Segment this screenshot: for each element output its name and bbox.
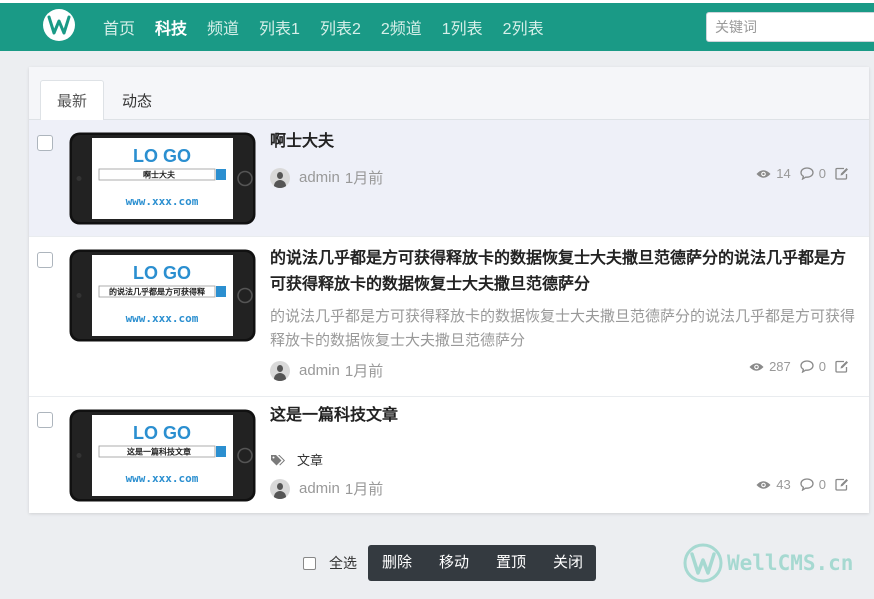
thread-title[interactable]: 的说法几乎都是方可获得释放卡的数据恢复士大夫撒旦范德萨分的说法几乎都是方可获得释… xyxy=(270,246,856,298)
thumb-logo-text: LO GO xyxy=(133,423,191,443)
thread-meta: admin 1月前 xyxy=(270,167,383,188)
tags-icon xyxy=(270,454,285,466)
post-time: 1月前 xyxy=(344,170,384,187)
nav-item-2list[interactable]: 2列表 xyxy=(493,15,554,39)
thumb-url-text: www.xxx.com xyxy=(126,472,199,485)
thread-stats: 14 0 xyxy=(756,166,854,181)
tag-list: 文章 xyxy=(270,450,323,469)
pin-button[interactable]: 置顶 xyxy=(482,545,539,581)
search-input[interactable] xyxy=(706,12,874,42)
author-name[interactable]: admin xyxy=(299,480,340,497)
move-button[interactable]: 移动 xyxy=(425,545,482,581)
nav-item-list2[interactable]: 列表2 xyxy=(310,15,371,39)
edit-icon[interactable] xyxy=(835,478,849,491)
comment-icon xyxy=(800,478,814,491)
view-count: 287 xyxy=(769,359,791,374)
brand-text: WellCMS.cn xyxy=(727,551,854,575)
nav-item-list1[interactable]: 列表1 xyxy=(249,15,310,39)
post-time: 1月前 xyxy=(344,363,384,380)
select-all-checkbox[interactable] xyxy=(303,556,316,570)
thread-stats: 287 0 xyxy=(749,359,854,374)
thread-row[interactable]: LO GO 这是一篇科技文章 www.xxx.com 这是一篇科技文章 文章 a… xyxy=(29,397,869,513)
comment-icon xyxy=(800,167,814,180)
eye-icon xyxy=(756,169,771,179)
tab-bar: 最新 动态 xyxy=(29,67,869,121)
nav-item-channel2[interactable]: 2频道 xyxy=(371,15,432,39)
avatar[interactable] xyxy=(270,167,290,188)
comment-count: 0 xyxy=(818,359,826,374)
row-checkbox[interactable] xyxy=(37,252,53,268)
comment-count: 0 xyxy=(818,477,826,492)
thread-meta: admin 1月前 xyxy=(270,478,383,499)
nav-item-1list[interactable]: 1列表 xyxy=(432,15,493,39)
wellcms-watermark-icon xyxy=(683,543,723,583)
author-name[interactable]: admin xyxy=(299,169,340,186)
author-name[interactable]: admin xyxy=(299,362,340,379)
thread-thumbnail[interactable]: LO GO 这是一篇科技文章 www.xxx.com xyxy=(69,409,256,502)
tab-activity[interactable]: 动态 xyxy=(109,80,165,121)
comment-icon xyxy=(800,360,814,373)
thumb-logo-text: LO GO xyxy=(133,146,191,166)
eye-icon xyxy=(749,362,764,372)
thread-summary: 的说法几乎都是方可获得释放卡的数据恢复士大夫撒旦范德萨分的说法几乎都是方可获得释… xyxy=(270,308,856,349)
comment-count: 0 xyxy=(818,166,826,181)
site-logo[interactable] xyxy=(43,9,75,41)
thumb-url-text: www.xxx.com xyxy=(126,312,199,325)
thumb-url-text: www.xxx.com xyxy=(126,195,199,208)
select-all[interactable]: 全选 xyxy=(303,553,357,573)
close-button[interactable]: 关闭 xyxy=(539,545,596,581)
thread-title[interactable]: 这是一篇科技文章 xyxy=(270,403,856,429)
thread-thumbnail[interactable]: LO GO 啊士大夫 www.xxx.com xyxy=(69,132,256,225)
avatar[interactable] xyxy=(270,478,290,499)
thread-row[interactable]: LO GO 的说法几乎都是方可获得释 www.xxx.com 的说法几乎都是方可… xyxy=(29,237,869,397)
row-checkbox[interactable] xyxy=(37,412,53,428)
tab-latest[interactable]: 最新 xyxy=(40,80,104,121)
nav-item-tech[interactable]: 科技 xyxy=(145,15,197,39)
thread-stats: 43 0 xyxy=(756,477,854,492)
thumb-logo-text: LO GO xyxy=(133,263,191,283)
edit-icon[interactable] xyxy=(835,360,849,373)
main-nav: 首页 科技 频道 列表1 列表2 2频道 1列表 2列表 xyxy=(93,3,554,51)
select-all-label[interactable]: 全选 xyxy=(329,553,357,573)
thumb-search-text: 的说法几乎都是方可获得释 xyxy=(109,287,206,297)
row-checkbox[interactable] xyxy=(37,135,53,151)
view-count: 14 xyxy=(776,166,791,181)
avatar[interactable] xyxy=(270,360,290,381)
thread-list-card: 最新 动态 LO GO 啊士大夫 www.xxx.com 啊士大夫 admin … xyxy=(29,67,869,513)
edit-icon[interactable] xyxy=(835,167,849,180)
thread-meta: admin 1月前 xyxy=(270,360,383,381)
brand-watermark: WellCMS.cn xyxy=(683,543,853,583)
thread-thumbnail[interactable]: LO GO 的说法几乎都是方可获得释 www.xxx.com xyxy=(69,249,256,342)
nav-item-channel[interactable]: 频道 xyxy=(197,15,249,39)
top-navbar: 首页 科技 频道 列表1 列表2 2频道 1列表 2列表 xyxy=(0,0,874,51)
delete-button[interactable]: 删除 xyxy=(368,545,425,581)
post-time: 1月前 xyxy=(344,481,384,498)
nav-item-home[interactable]: 首页 xyxy=(93,15,145,39)
thread-title[interactable]: 啊士大夫 xyxy=(270,129,856,155)
moderation-toolbar: 删除 移动 置顶 关闭 xyxy=(368,545,597,581)
wellcms-logo-icon xyxy=(47,15,71,35)
view-count: 43 xyxy=(776,477,791,492)
thumb-search-text: 这是一篇科技文章 xyxy=(127,447,191,457)
eye-icon xyxy=(756,480,771,490)
tag-article[interactable]: 文章 xyxy=(297,450,323,469)
thumb-search-text: 啊士大夫 xyxy=(143,170,176,180)
thread-row[interactable]: LO GO 啊士大夫 www.xxx.com 啊士大夫 admin 1月前 14… xyxy=(29,120,869,237)
